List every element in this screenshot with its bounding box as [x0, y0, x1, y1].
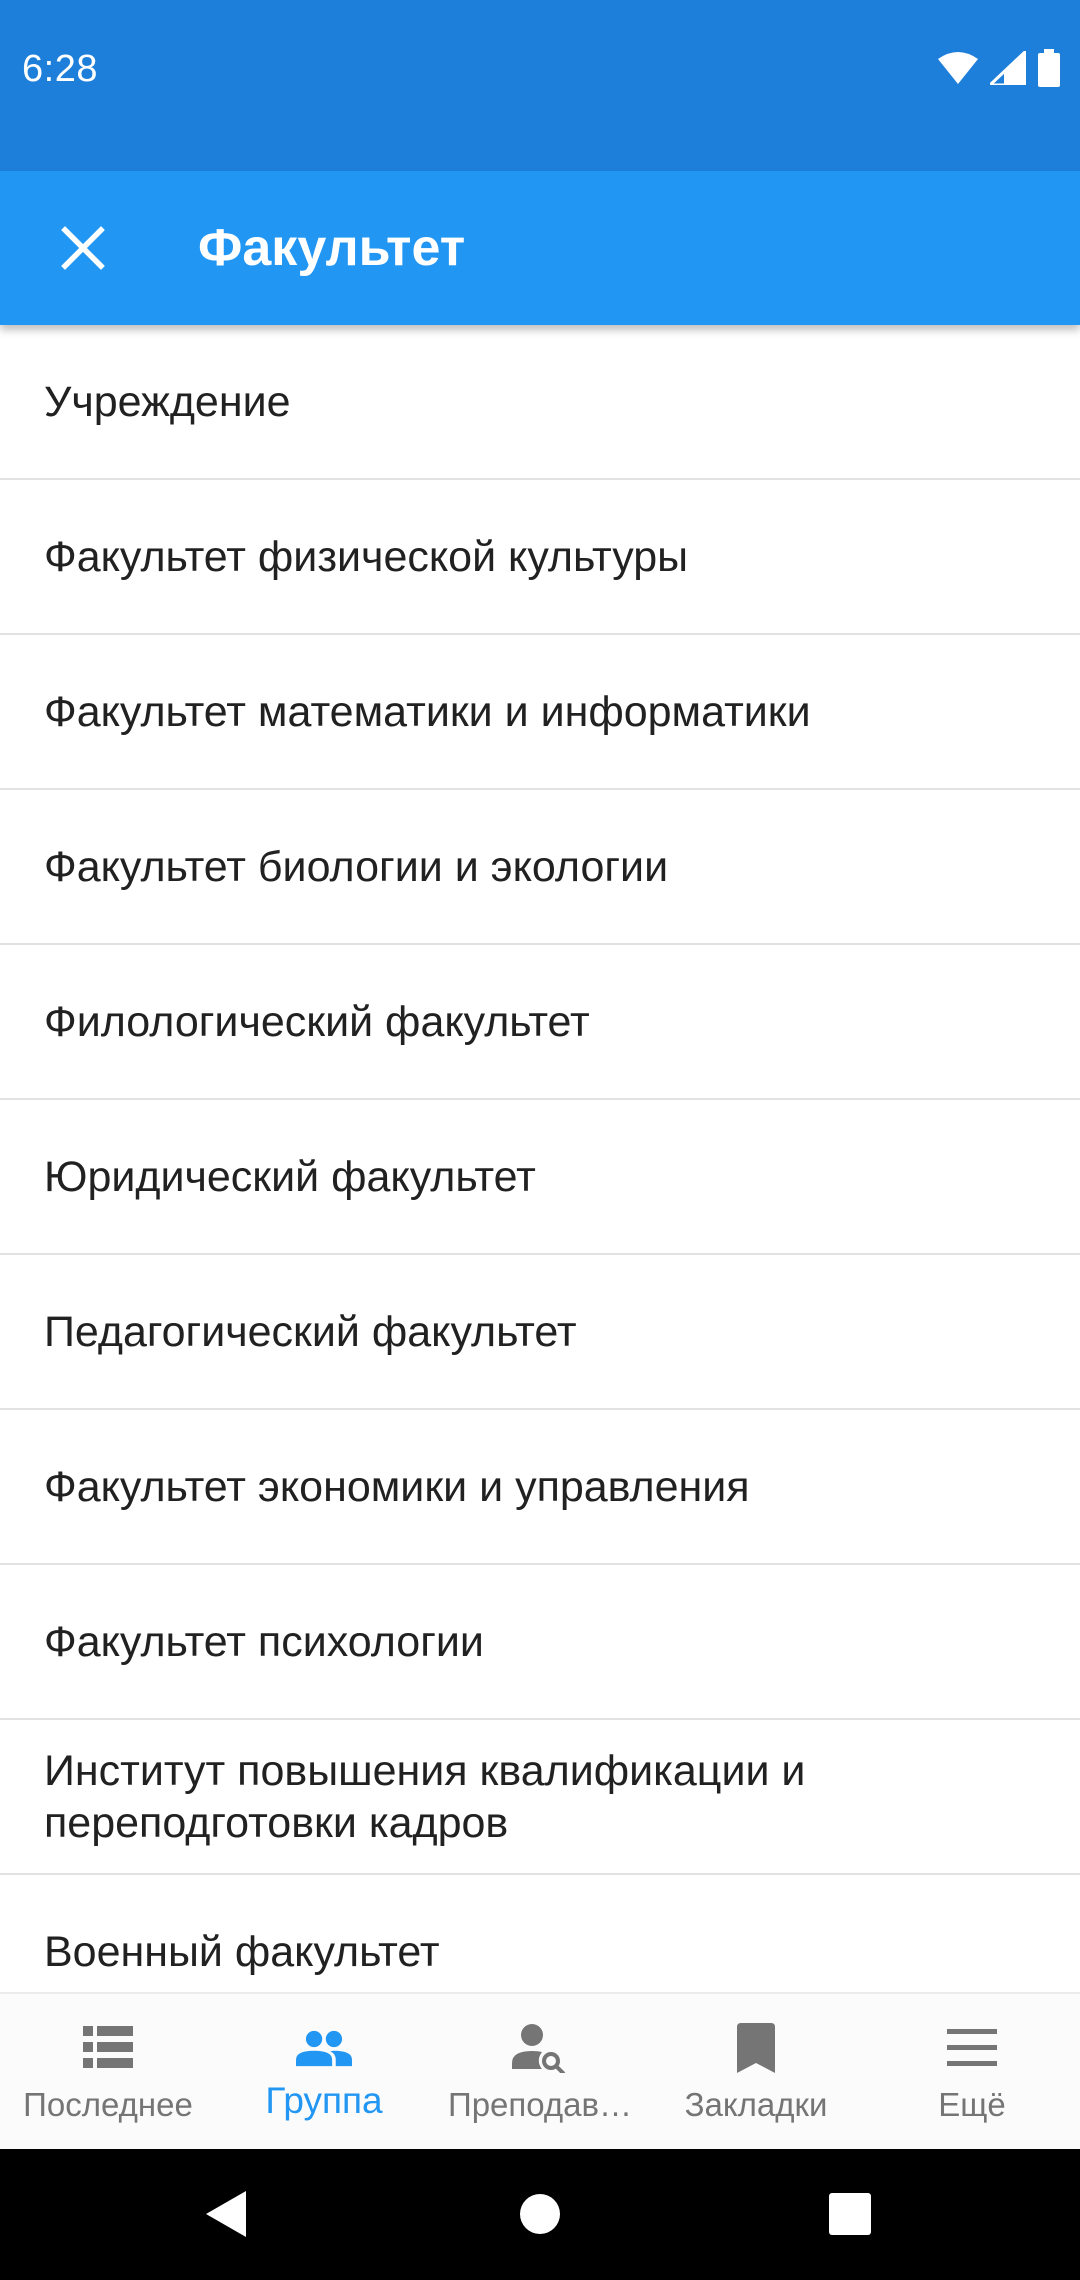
back-icon: [206, 2190, 246, 2237]
list-item[interactable]: Военный факультет: [0, 1875, 1080, 1992]
battery-icon: [1038, 49, 1060, 87]
nav-item-teachers[interactable]: Преподав…: [432, 1994, 648, 2149]
list-item[interactable]: Факультет математики и информатики: [0, 635, 1080, 790]
status-time: 6:28: [22, 48, 98, 90]
list-item-label-line1: Институт повышения квалификации и: [44, 1746, 806, 1795]
recents-icon: [829, 2192, 871, 2235]
list-item-label: Факультет экономики и управления: [44, 1462, 750, 1511]
list-item[interactable]: Факультет экономики и управления: [0, 1410, 1080, 1565]
list-icon: [80, 2020, 136, 2076]
list-item-label: Факультет физической культуры: [44, 532, 689, 581]
list-item[interactable]: Факультет физической культуры: [0, 480, 1080, 635]
system-nav-bar: [0, 2147, 1080, 2280]
nav-label-recent: Последнее: [23, 2086, 193, 2123]
list-item[interactable]: Институт повышения квалификации и перепо…: [0, 1720, 1080, 1875]
nav-item-bookmarks[interactable]: Закладки: [648, 1994, 864, 2149]
nav-label-teachers: Преподав…: [447, 2086, 633, 2123]
nav-label-more: Ещё: [938, 2086, 1006, 2123]
list-item-label: Военный факультет: [44, 1927, 440, 1976]
bookmark-icon: [728, 2020, 784, 2076]
bottom-nav: Последнее Группа Преподав… Закладки Ещё: [0, 1992, 1080, 2149]
list-item[interactable]: Факультет психологии: [0, 1565, 1080, 1720]
nav-label-group: Группа: [265, 2080, 383, 2121]
group-icon: [296, 2020, 352, 2076]
close-icon: [61, 226, 105, 270]
nav-item-recent[interactable]: Последнее: [0, 1994, 216, 2149]
nav-item-more[interactable]: Ещё: [864, 1994, 1080, 2149]
home-button[interactable]: [480, 2147, 600, 2280]
back-button[interactable]: [166, 2147, 286, 2280]
nav-item-group[interactable]: Группа: [216, 1994, 432, 2149]
menu-icon: [944, 2020, 1000, 2076]
list-item[interactable]: Учреждение: [0, 325, 1080, 480]
list-item-label: Учреждение: [44, 377, 291, 426]
list-item[interactable]: Педагогический факультет: [0, 1255, 1080, 1410]
list-item-label: Институт повышения квалификации и перепо…: [44, 1745, 805, 1849]
list-item[interactable]: Юридический факультет: [0, 1100, 1080, 1255]
list-item-label: Факультет математики и информатики: [44, 687, 811, 736]
list-item-label-line2: переподготовки кадров: [44, 1798, 509, 1847]
app-bar: Факультет: [0, 171, 1080, 325]
list-item[interactable]: Факультет биологии и экологии: [0, 790, 1080, 945]
nav-label-bookmarks: Закладки: [684, 2086, 828, 2123]
faculty-list: Учреждение Факультет физической культуры…: [0, 325, 1080, 1992]
status-bar: 6:28: [0, 0, 1080, 171]
wifi-icon: [938, 51, 978, 85]
list-item-label: Факультет биологии и экологии: [44, 842, 669, 891]
list-item-label: Педагогический факультет: [44, 1307, 577, 1356]
recents-button[interactable]: [790, 2147, 910, 2280]
list-item-label: Филологический факультет: [44, 997, 590, 1046]
list-item[interactable]: Филологический факультет: [0, 945, 1080, 1100]
list-item-label: Юридический факультет: [44, 1152, 536, 1201]
list-item-label: Факультет психологии: [44, 1617, 484, 1666]
close-button[interactable]: [42, 207, 124, 289]
signal-icon: [990, 51, 1026, 85]
home-icon: [520, 2193, 560, 2234]
status-icons: [938, 48, 1060, 88]
page-title: Факультет: [198, 219, 466, 277]
teacher-search-icon: [512, 2020, 568, 2076]
